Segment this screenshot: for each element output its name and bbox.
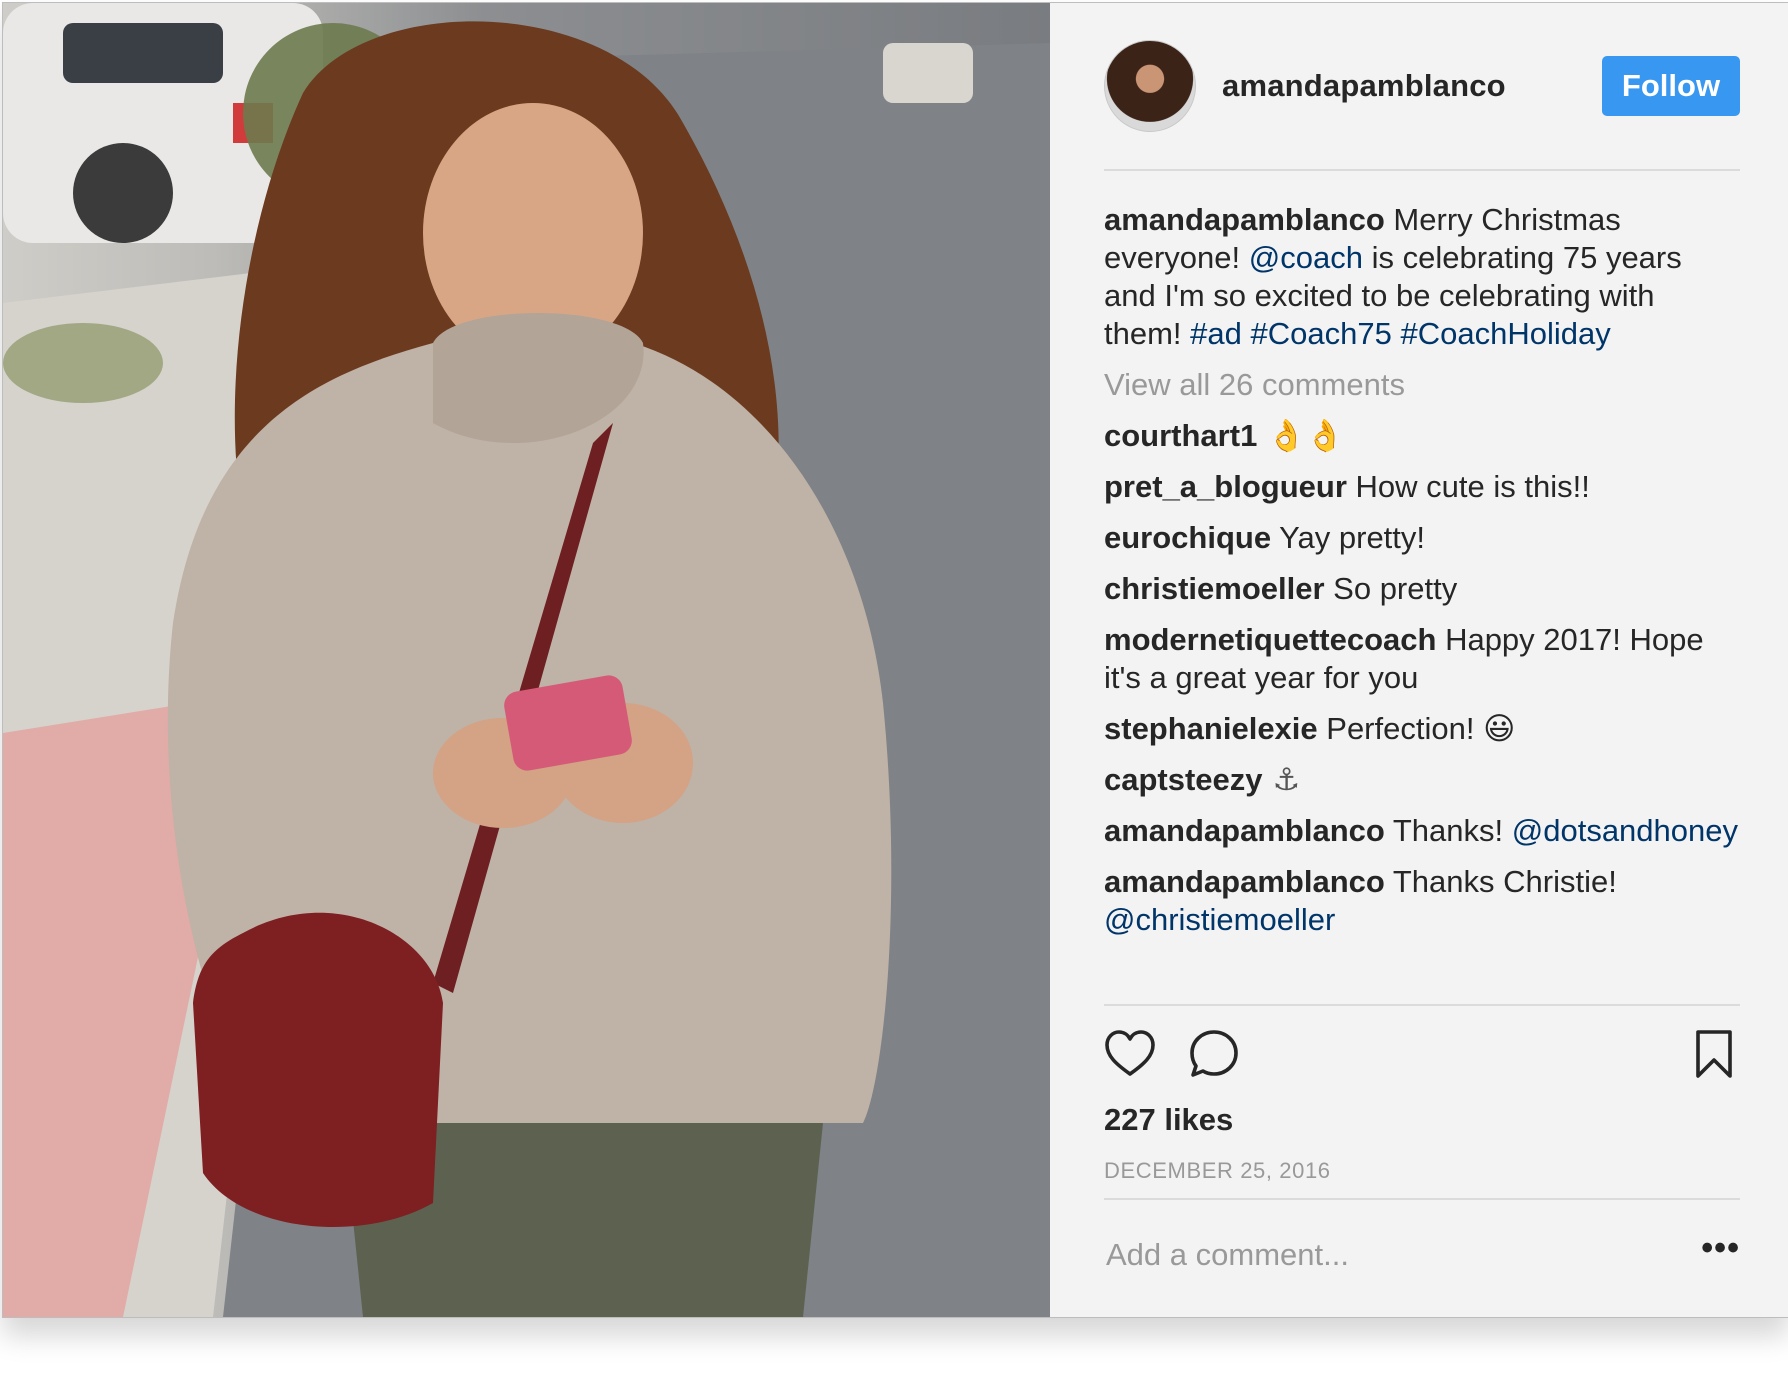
post-side-panel: amandapamblanco Follow amandapamblanco M… xyxy=(1050,3,1788,1317)
comments-list[interactable]: amandapamblanco Merry Christmas everyone… xyxy=(1104,171,1740,1006)
comment-text: Perfection! 😃 xyxy=(1317,711,1516,746)
comment-text: Yay pretty! xyxy=(1271,520,1426,555)
likes-count[interactable]: 227 likes xyxy=(1104,1102,1740,1138)
caption-mention[interactable]: @coach xyxy=(1249,240,1363,275)
photo-illustration xyxy=(3,3,1050,1317)
comment-bubble-icon[interactable] xyxy=(1188,1028,1240,1080)
comment-text: 👌👌 xyxy=(1257,418,1345,454)
comment-username[interactable]: eurochique xyxy=(1104,520,1271,555)
instagram-post-card: amandapamblanco Follow amandapamblanco M… xyxy=(2,2,1788,1318)
comment-username[interactable]: captsteezy xyxy=(1104,762,1263,797)
comment-item: stephanielexie Perfection! 😃 xyxy=(1104,710,1740,748)
header-username[interactable]: amandapamblanco xyxy=(1222,68,1602,104)
comment-item: eurochique Yay pretty! xyxy=(1104,519,1740,557)
comment-item: pret_a_blogueur How cute is this!! xyxy=(1104,468,1740,506)
comment-username[interactable]: modernetiquettecoach xyxy=(1104,622,1436,657)
comment-item: courthart1 👌👌 xyxy=(1104,417,1740,455)
comment-item: christiemoeller So pretty xyxy=(1104,570,1740,608)
caption: amandapamblanco Merry Christmas everyone… xyxy=(1104,201,1740,353)
follow-button[interactable]: Follow xyxy=(1602,56,1740,116)
comment-text: How cute is this!! xyxy=(1346,469,1590,504)
comment-username[interactable]: stephanielexie xyxy=(1104,711,1318,746)
add-comment-row: ••• xyxy=(1104,1200,1740,1310)
comment-mention[interactable]: @christiemoeller xyxy=(1104,902,1335,937)
bookmark-icon[interactable] xyxy=(1688,1028,1740,1080)
more-options-icon[interactable]: ••• xyxy=(1701,1229,1740,1282)
comment-username[interactable]: amandapamblanco xyxy=(1104,813,1385,848)
heart-icon[interactable] xyxy=(1104,1028,1156,1080)
comment-username[interactable]: courthart1 xyxy=(1104,418,1257,453)
caption-username[interactable]: amandapamblanco xyxy=(1104,202,1385,237)
comment-item: amandapamblanco Thanks Christie! @christ… xyxy=(1104,863,1740,939)
view-all-comments-link[interactable]: View all 26 comments xyxy=(1104,366,1740,404)
comment-text: Thanks Christie! xyxy=(1384,864,1617,899)
post-photo[interactable] xyxy=(3,3,1050,1317)
comment-text: Thanks! xyxy=(1384,813,1512,848)
post-date[interactable]: DECEMBER 25, 2016 xyxy=(1104,1158,1740,1200)
avatar[interactable] xyxy=(1104,40,1196,132)
comment-item: captsteezy ⚓ xyxy=(1104,761,1740,799)
post-header: amandapamblanco Follow xyxy=(1104,3,1740,171)
hashtag-coachholiday[interactable]: #CoachHoliday xyxy=(1400,316,1610,351)
comment-username[interactable]: pret_a_blogueur xyxy=(1104,469,1347,504)
comment-username[interactable]: amandapamblanco xyxy=(1104,864,1385,899)
hashtag-coach75[interactable]: #Coach75 xyxy=(1251,316,1392,351)
comment-text: So pretty xyxy=(1324,571,1458,606)
comment-item: modernetiquettecoach Happy 2017! Hope it… xyxy=(1104,621,1740,697)
add-comment-input[interactable] xyxy=(1104,1236,1702,1274)
comment-username[interactable]: christiemoeller xyxy=(1104,571,1325,606)
comment-item: amandapamblanco Thanks! @dotsandhoney xyxy=(1104,812,1740,850)
action-bar xyxy=(1104,1006,1740,1102)
comment-text: ⚓ xyxy=(1262,762,1301,798)
hashtag-ad[interactable]: #ad xyxy=(1190,316,1242,351)
comment-mention[interactable]: @dotsandhoney xyxy=(1512,813,1738,848)
